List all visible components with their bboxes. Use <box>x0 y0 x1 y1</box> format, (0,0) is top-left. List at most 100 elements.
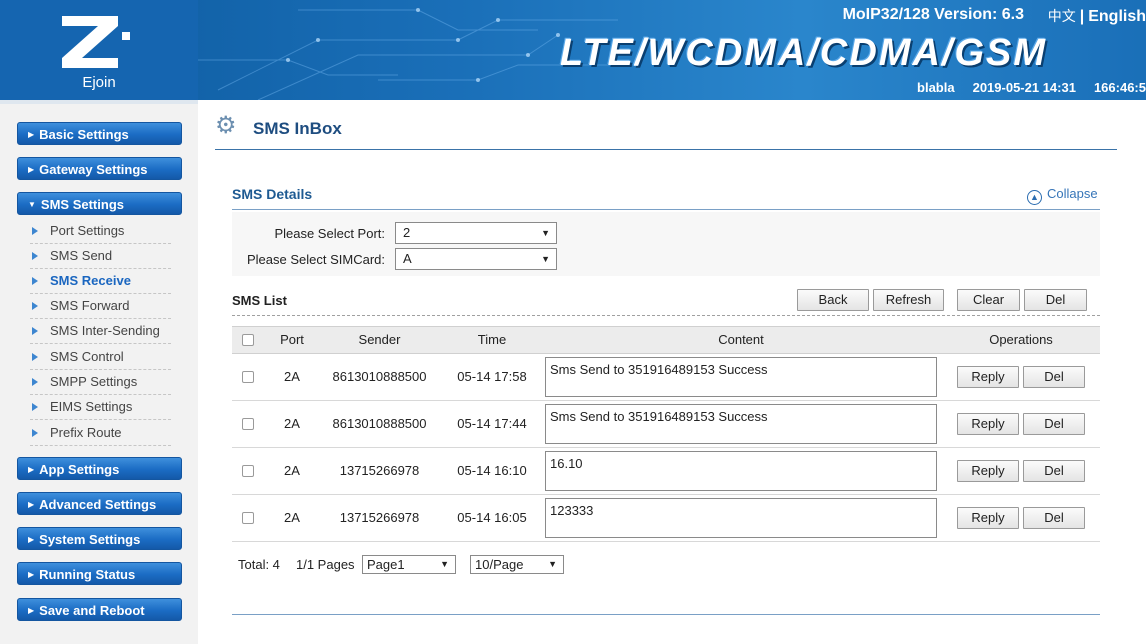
sidebar-item-eims-settings[interactable]: EIMS Settings <box>30 395 171 420</box>
delete-row-button[interactable]: Del <box>1023 507 1085 529</box>
sidebar-item-smpp-settings[interactable]: SMPP Settings <box>30 370 171 395</box>
menu-sms-settings[interactable]: ▼ SMS Settings <box>17 192 182 215</box>
reply-button[interactable]: Reply <box>957 366 1019 388</box>
chevron-right-icon: ▶ <box>28 465 35 475</box>
row-time: 05-14 17:58 <box>457 369 527 384</box>
network-tech-banner: LTE/WCDMA/CDMA/GSM <box>560 32 1048 74</box>
sidebar-item-prefix-route[interactable]: Prefix Route <box>30 421 171 446</box>
row-content-box[interactable]: 16.10 <box>545 451 937 491</box>
bullet-icon <box>32 227 38 235</box>
system-datetime: 2019-05-21 14:31 <box>972 80 1076 95</box>
row-sender: 13715266978 <box>339 463 420 478</box>
lang-separator: | <box>1079 8 1085 25</box>
page-header: ⚙ SMS InBox <box>215 114 1117 150</box>
row-content-box[interactable]: Sms Send to 351916489153 Success <box>545 404 937 444</box>
column-header-time: Time <box>477 332 507 347</box>
column-header-sender: Sender <box>358 332 401 347</box>
row-sender: 8613010888500 <box>332 416 427 431</box>
bullet-icon <box>32 302 38 310</box>
row-time: 05-14 16:05 <box>457 510 527 525</box>
chevron-right-icon: ▶ <box>28 606 35 616</box>
page-select[interactable]: Page1 ▼ <box>362 555 456 574</box>
sidebar-item-sms-forward[interactable]: SMS Forward <box>30 294 171 319</box>
gear-icon: ⚙ <box>215 112 237 139</box>
bullet-icon <box>32 327 38 335</box>
row-checkbox[interactable] <box>242 465 254 477</box>
menu-running-status[interactable]: ▶ Running Status <box>17 562 182 585</box>
per-page-select[interactable]: 10/Page ▼ <box>470 555 564 574</box>
clear-button[interactable]: Clear <box>957 289 1020 311</box>
section-title-sms-details: SMS Details <box>232 186 313 202</box>
row-checkbox[interactable] <box>242 371 254 383</box>
delete-row-button[interactable]: Del <box>1023 460 1085 482</box>
table-header: Port Sender Time Content Operations <box>232 326 1100 354</box>
current-user: blabla <box>917 80 955 95</box>
main-content: ⚙ SMS InBox SMS Details ▲ Collapse Please… <box>198 100 1146 644</box>
system-uptime: 166:46:5 <box>1093 80 1146 95</box>
list-divider <box>232 315 1100 316</box>
select-all-checkbox[interactable] <box>242 334 254 346</box>
collapse-arrow-icon: ▲ <box>1027 190 1042 205</box>
reply-button[interactable]: Reply <box>957 507 1019 529</box>
delete-row-button[interactable]: Del <box>1023 413 1085 435</box>
sidebar: ▶ Basic Settings ▶ Gateway Settings ▼ SMS S… <box>0 100 198 644</box>
row-content-box[interactable]: 123333 <box>545 498 937 538</box>
port-select[interactable]: 2 ▼ <box>395 222 557 244</box>
sidebar-item-sms-send[interactable]: SMS Send <box>30 244 171 269</box>
delete-selected-button[interactable]: Del <box>1024 289 1087 311</box>
menu-system-settings[interactable]: ▶ System Settings <box>17 527 182 550</box>
table-row: 2A 8613010888500 05-14 17:58 Sms Send to… <box>232 354 1100 401</box>
row-port: 2A <box>284 369 300 384</box>
chevron-right-icon: ▶ <box>28 570 35 580</box>
delete-row-button[interactable]: Del <box>1023 366 1085 388</box>
lang-english-link[interactable]: English <box>1088 8 1146 25</box>
table-row: 2A 13715266978 05-14 16:10 16.10 Reply D… <box>232 448 1100 495</box>
sidebar-item-port-settings[interactable]: Port Settings <box>30 219 171 244</box>
menu-advanced-settings[interactable]: ▶ Advanced Settings <box>17 492 182 515</box>
status-line: blabla 2019-05-21 14:31 166:46:5 <box>899 80 1146 95</box>
sidebar-item-sms-inter-sending[interactable]: SMS Inter-Sending <box>30 319 171 344</box>
reply-button[interactable]: Reply <box>957 460 1019 482</box>
row-port: 2A <box>284 510 300 525</box>
table-row: 2A 8613010888500 05-14 17:44 Sms Send to… <box>232 401 1100 448</box>
bottom-divider <box>232 614 1100 615</box>
header-banner: Ejoin MoIP32/128 Version: 6.3 中文 | English… <box>0 0 1146 100</box>
logo-text: Ejoin <box>82 74 116 91</box>
page-title: SMS InBox <box>253 119 342 138</box>
lang-chinese-link[interactable]: 中文 <box>1048 8 1076 24</box>
language-switch: 中文 | English <box>1048 6 1146 26</box>
ejoin-logo-icon <box>62 16 130 68</box>
row-checkbox[interactable] <box>242 418 254 430</box>
refresh-button[interactable]: Refresh <box>873 289 944 311</box>
collapse-toggle[interactable]: ▲ Collapse <box>1027 186 1098 205</box>
dropdown-caret-icon: ▼ <box>548 559 557 569</box>
row-checkbox[interactable] <box>242 512 254 524</box>
column-header-operations: Operations <box>989 332 1053 347</box>
row-content-box[interactable]: Sms Send to 351916489153 Success <box>545 357 937 397</box>
chevron-right-icon: ▶ <box>28 500 35 510</box>
sidebar-item-sms-receive[interactable]: SMS Receive <box>30 269 171 294</box>
bullet-icon <box>32 403 38 411</box>
row-time: 05-14 16:10 <box>457 463 527 478</box>
section-divider <box>232 209 1100 210</box>
firmware-version: MoIP32/128 Version: 6.3 <box>842 6 1024 23</box>
menu-gateway-settings[interactable]: ▶ Gateway Settings <box>17 157 182 180</box>
row-port: 2A <box>284 416 300 431</box>
chevron-right-icon: ▶ <box>28 535 35 545</box>
bullet-icon <box>32 353 38 361</box>
chevron-right-icon: ▶ <box>28 165 35 175</box>
simcard-select[interactable]: A ▼ <box>395 248 557 270</box>
bullet-icon <box>32 429 38 437</box>
menu-basic-settings[interactable]: ▶ Basic Settings <box>17 122 182 145</box>
menu-save-and-reboot[interactable]: ▶ Save and Reboot <box>17 598 182 621</box>
menu-app-settings[interactable]: ▶ App Settings <box>17 457 182 480</box>
sidebar-item-sms-control[interactable]: SMS Control <box>30 345 171 370</box>
logo-panel: Ejoin <box>0 0 198 100</box>
reply-button[interactable]: Reply <box>957 413 1019 435</box>
chevron-down-icon: ▼ <box>28 200 36 210</box>
column-header-content: Content <box>718 332 764 347</box>
dropdown-caret-icon: ▼ <box>541 228 550 238</box>
bullet-icon <box>32 252 38 260</box>
back-button[interactable]: Back <box>797 289 869 311</box>
port-select-label: Please Select Port: <box>274 226 385 241</box>
